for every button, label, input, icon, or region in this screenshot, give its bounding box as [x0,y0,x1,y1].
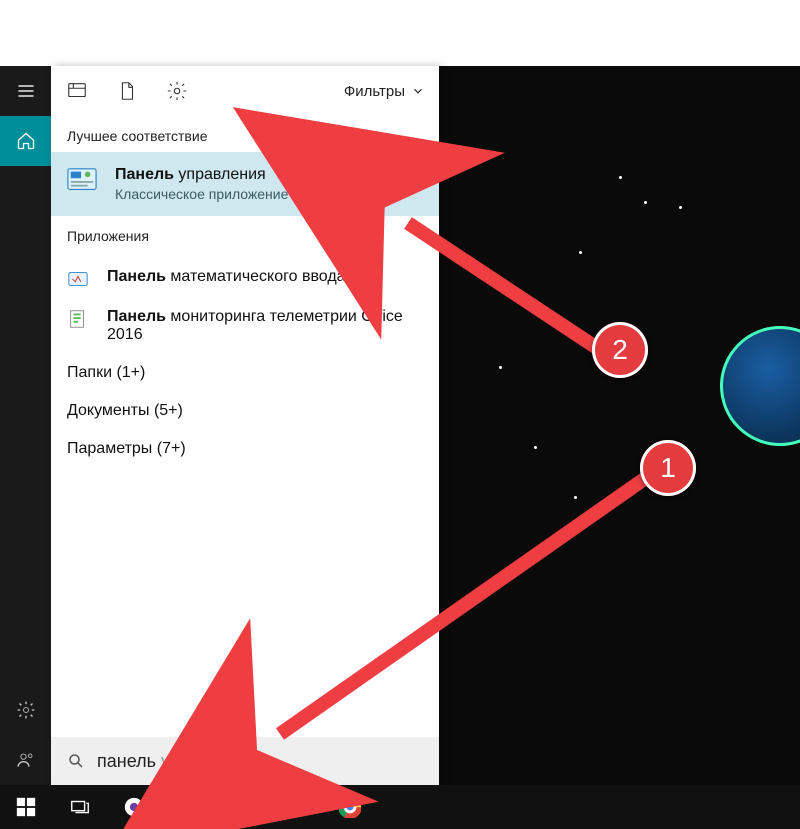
wallpaper-star [499,366,502,369]
settings-group[interactable]: Параметры (7+) [51,430,439,468]
wallpaper-star [679,206,682,209]
home-icon[interactable] [0,116,51,166]
app-result[interactable]: Панель мониторинга телеметрии Office 201… [51,300,439,354]
apps-tab-icon[interactable] [65,79,89,103]
wallpaper-star [579,251,582,254]
annotation-badge-2: 2 [592,322,648,378]
search-flyout: Фильтры Лучшее соответствие Панель управ… [51,66,439,785]
best-match-result[interactable]: Панель управления Классическое приложени… [51,152,439,216]
page-crop-top [0,0,800,66]
file-explorer-icon[interactable] [222,787,262,827]
wallpaper-globe [720,326,800,446]
best-match-subtitle: Классическое приложение [115,186,288,202]
search-icon [67,752,85,770]
chrome-icon[interactable] [330,787,370,827]
filezilla-icon[interactable]: Fz [168,787,208,827]
settings-gear-icon[interactable] [0,685,51,735]
start-sidebar [0,66,51,785]
screenshot-root: Фильтры Лучшее соответствие Панель управ… [0,0,800,829]
search-typed-text: панель управления [97,751,259,772]
app-result-label: Панель математического ввода [107,268,346,286]
chevron-down-icon [411,84,425,98]
math-input-icon [67,268,89,290]
taskbar: Fz [0,785,800,829]
folders-group[interactable]: Папки (1+) [51,354,439,392]
wallpaper-star [644,201,647,204]
thunderbird-icon[interactable] [276,787,316,827]
wallpaper-star [619,176,622,179]
control-panel-icon [67,166,97,196]
settings-tab-icon[interactable] [165,79,189,103]
filters-dropdown[interactable]: Фильтры [344,83,425,100]
yandex-browser-icon[interactable] [114,787,154,827]
filters-label: Фильтры [344,83,405,100]
wallpaper-star [534,446,537,449]
apps-header: Приложения [51,216,439,252]
best-match-header: Лучшее соответствие [51,116,439,152]
documents-tab-icon[interactable] [115,79,139,103]
annotation-badge-1: 1 [640,440,696,496]
desktop-wallpaper [439,66,800,785]
taskview-button[interactable] [60,787,100,827]
app-result[interactable]: Панель математического ввода [51,260,439,300]
best-match-title: Панель управления [115,166,288,184]
wallpaper-star [574,496,577,499]
people-icon[interactable] [0,735,51,785]
svg-text:Fz: Fz [182,801,196,816]
office-telemetry-icon [67,308,89,330]
start-button[interactable] [6,787,46,827]
documents-group[interactable]: Документы (5+) [51,392,439,430]
search-input-row[interactable]: панель управления [51,737,439,785]
app-result-label: Панель мониторинга телеметрии Office 201… [107,308,423,344]
search-top-tabs: Фильтры [51,66,439,116]
hamburger-icon[interactable] [0,66,51,116]
apps-list: Панель математического ввода Панель мони… [51,252,439,354]
